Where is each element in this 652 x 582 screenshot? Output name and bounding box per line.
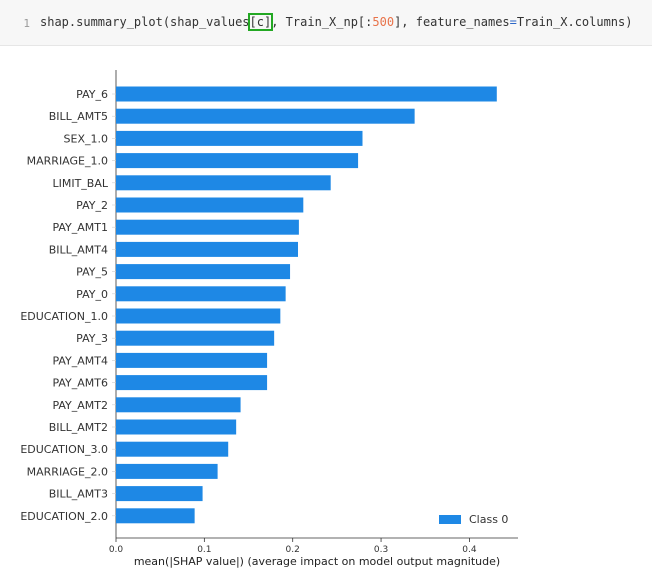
bar	[116, 419, 237, 435]
y-tick-label: MARRIAGE_2.0	[27, 465, 108, 478]
y-tick-label: BILL_AMT3	[49, 488, 108, 501]
bar	[116, 397, 241, 413]
y-tick-label: EDUCATION_3.0	[20, 443, 108, 456]
bar	[116, 375, 268, 391]
x-tick-label: 0.1	[197, 545, 211, 555]
y-tick-label: BILL_AMT5	[49, 110, 108, 123]
bar	[116, 352, 268, 368]
y-tick-label: EDUCATION_2.0	[20, 510, 108, 523]
bar	[116, 86, 497, 102]
y-tick-label: PAY_5	[76, 266, 108, 279]
y-tick-label: MARRIAGE_1.0	[27, 155, 108, 168]
y-tick-label: PAY_3	[76, 332, 108, 345]
x-tick-label: 0.0	[109, 545, 124, 555]
y-tick-label: BILL_AMT4	[49, 243, 108, 256]
code-token: c	[256, 15, 264, 29]
y-tick-label: PAY_AMT6	[52, 377, 108, 390]
y-tick-label: PAY_6	[76, 88, 108, 101]
line-number: 1	[23, 17, 30, 30]
code-token: ], feature_names	[394, 15, 510, 29]
bar	[116, 219, 299, 235]
bar	[116, 108, 415, 124]
code-cell[interactable]: 1 shap.summary_plot(shap_values[c], Trai…	[0, 0, 652, 46]
y-tick-label: PAY_AMT2	[52, 399, 108, 412]
x-tick-label: 0.4	[462, 545, 477, 555]
y-tick-label: EDUCATION_1.0	[20, 310, 108, 323]
bar	[116, 241, 299, 257]
bar	[116, 486, 203, 502]
code-token: , Train_X_np[:	[271, 15, 373, 29]
x-tick-label: 0.3	[374, 545, 388, 555]
bar	[116, 264, 291, 280]
bar	[116, 508, 195, 524]
bar	[116, 175, 331, 191]
code-token: [	[249, 15, 257, 29]
legend-label: Class 0	[469, 513, 508, 526]
bar	[116, 130, 363, 146]
code-token: shap.summary_plot(shap_values	[40, 15, 250, 29]
y-tick-label: PAY_2	[76, 199, 108, 212]
operator-token: =	[509, 15, 517, 29]
bar	[116, 197, 304, 213]
y-tick-label: LIMIT_BAL	[52, 177, 108, 190]
y-tick-label: PAY_0	[76, 288, 108, 301]
bar	[116, 441, 229, 457]
y-tick-label: PAY_AMT4	[52, 354, 108, 367]
y-tick-label: BILL_AMT2	[49, 421, 108, 434]
legend-swatch	[439, 515, 461, 524]
cell-output: PAY_6 BILL_AMT5 SEX_1.0 MARRIAGE_1.0 LIMIT_B…	[0, 46, 652, 578]
number-literal: 500	[372, 15, 395, 29]
bar	[116, 330, 275, 346]
bracket-highlight: [c]	[247, 13, 274, 31]
shap-summary-bar-chart: PAY_6 BILL_AMT5 SEX_1.0 MARRIAGE_1.0 LIMIT_B…	[20, 70, 518, 568]
bar	[116, 153, 359, 169]
y-tick-label: PAY_AMT1	[52, 221, 108, 234]
x-tick-label: 0.2	[286, 545, 300, 555]
bar	[116, 463, 218, 479]
code-line[interactable]: shap.summary_plot(shap_values[c], Train_…	[40, 13, 633, 31]
y-tick-label: SEX_1.0	[64, 132, 108, 145]
code-token: Train_X.columns)	[516, 15, 633, 29]
bar	[116, 286, 286, 302]
bar	[116, 308, 281, 324]
x-axis-label: mean(|SHAP value|) (average impact on mo…	[134, 555, 500, 568]
